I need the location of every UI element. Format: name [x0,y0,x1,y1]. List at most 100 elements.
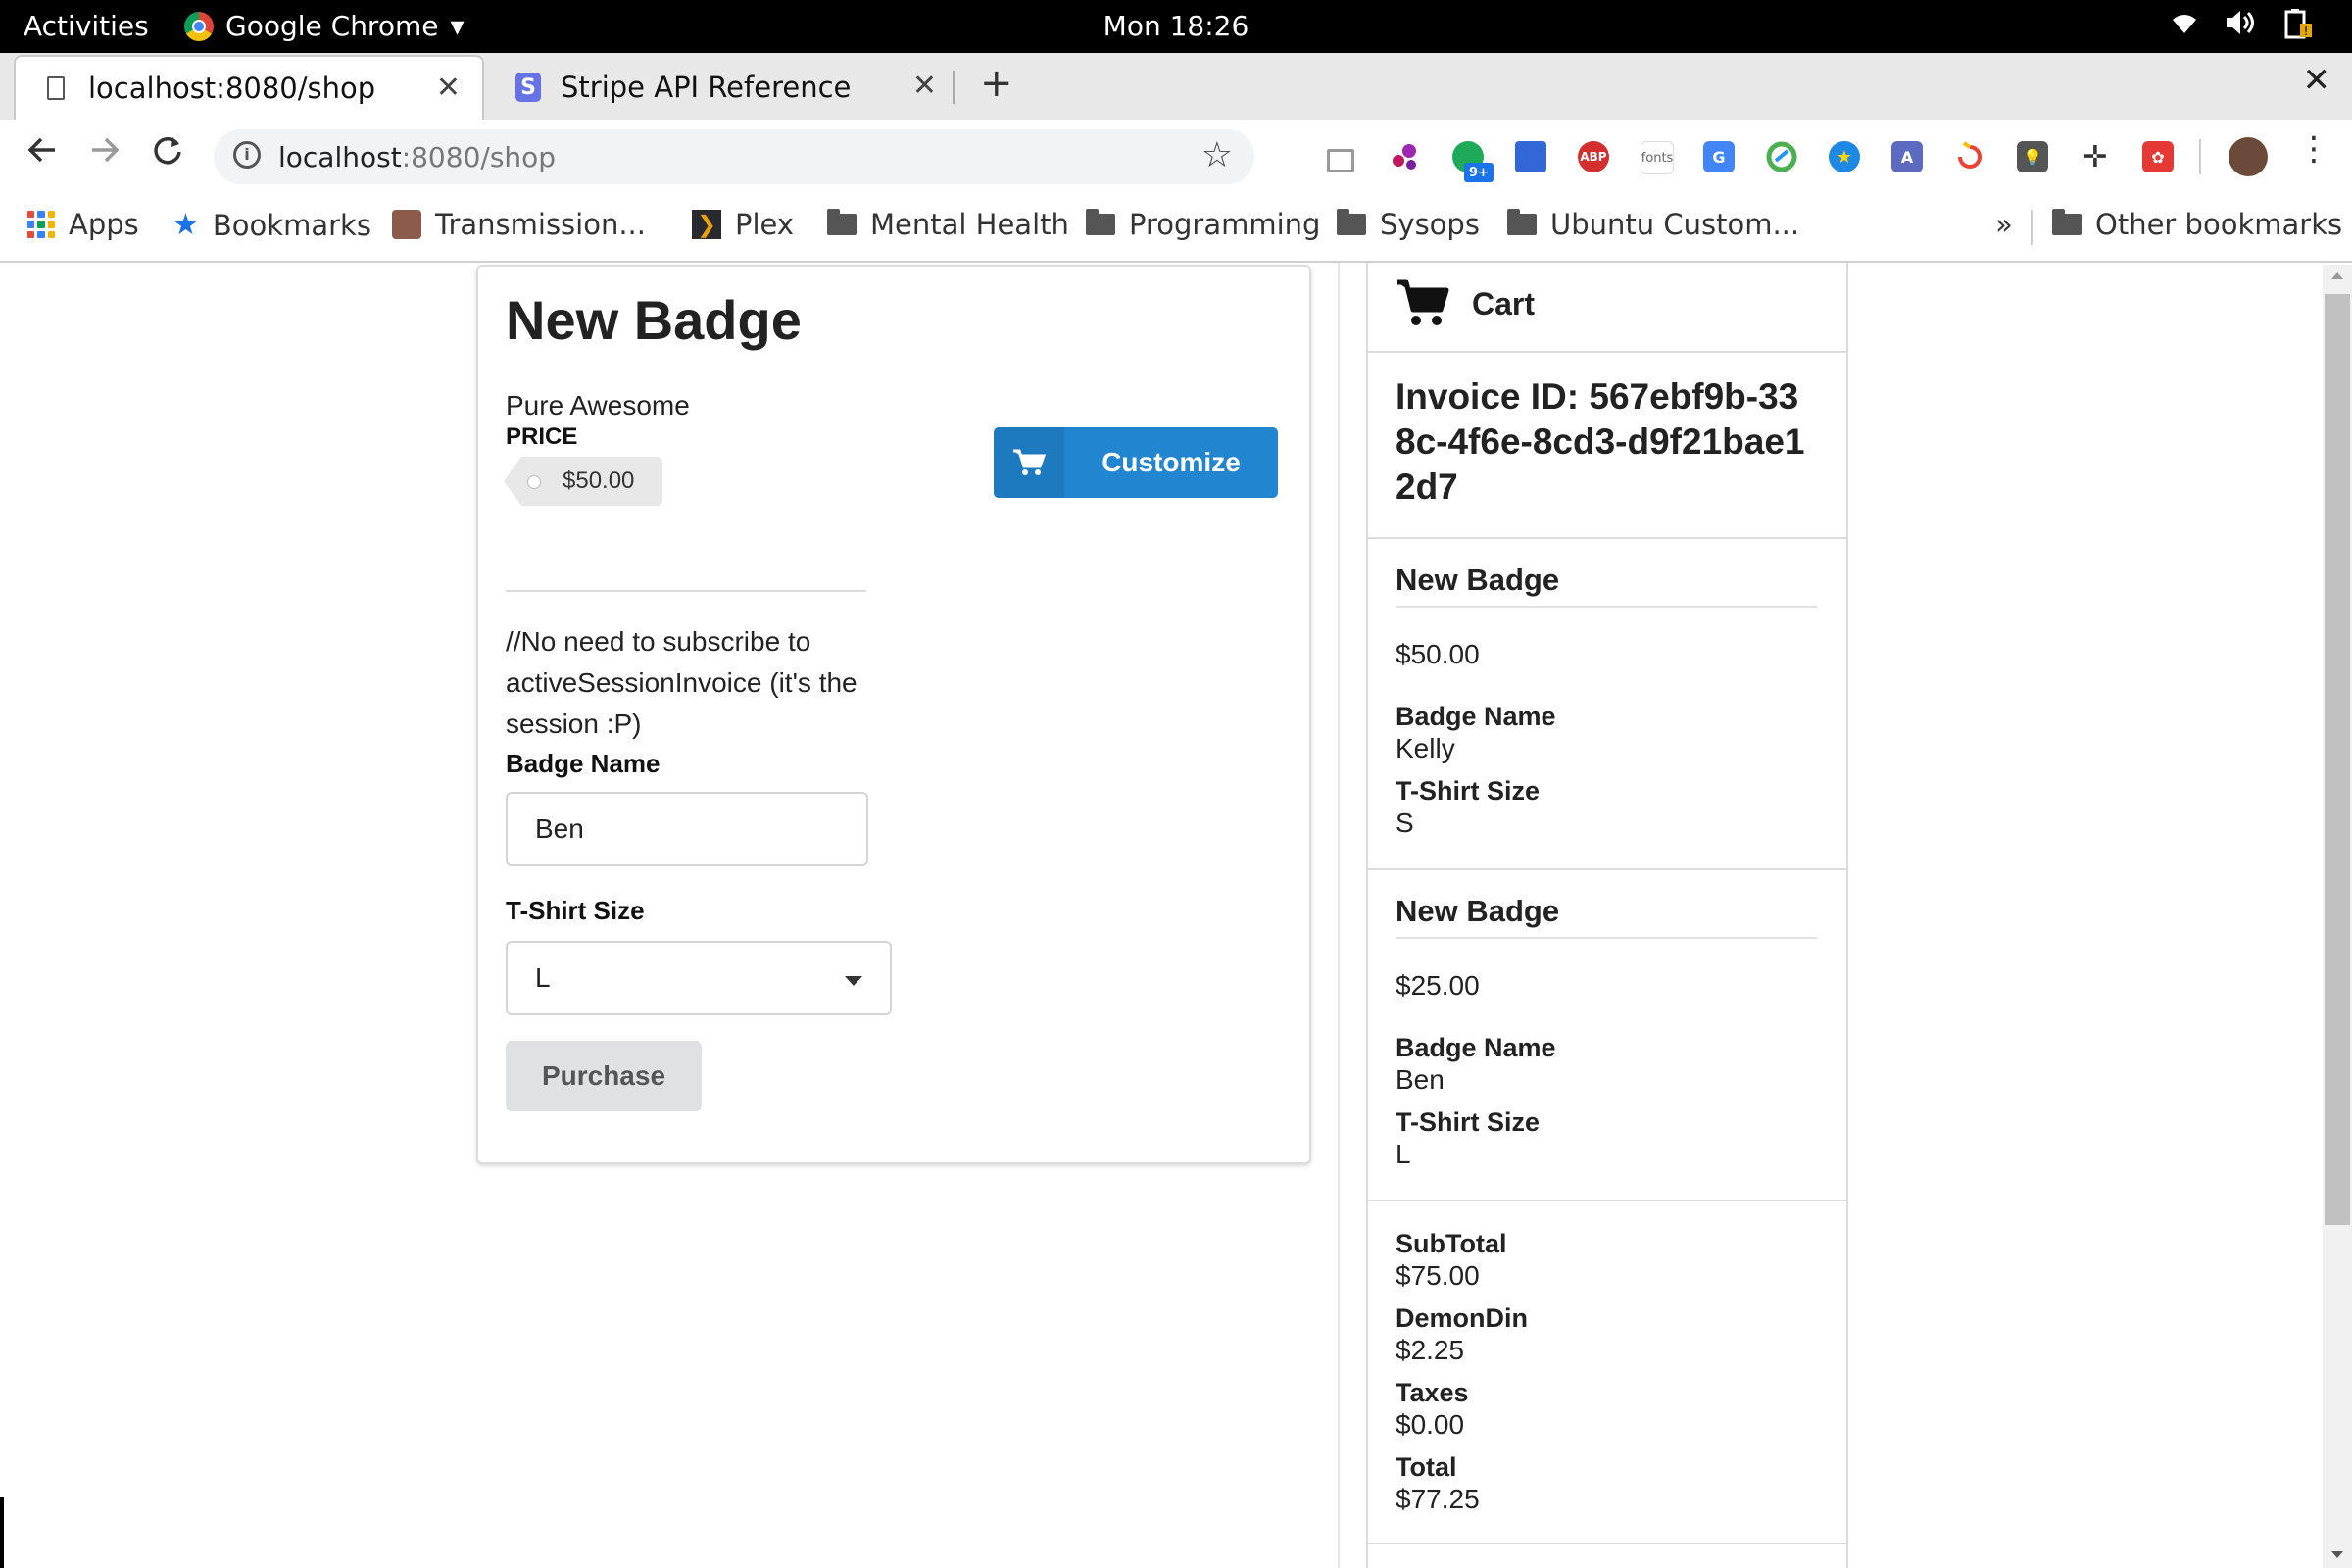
bookmark-folder-ubuntu-custom[interactable]: Ubuntu Custom... [1507,208,1799,241]
bookmark-plex[interactable]: ❯ Plex [692,208,794,241]
badge-name-label: Badge Name [506,749,661,778]
star-extension-icon[interactable]: ★ [1829,141,1860,172]
fee-label: DemonDin [1396,1303,1528,1333]
url-text[interactable]: localhost:8080/shop [278,141,556,173]
paw-extension-icon[interactable]: ✿ [2142,141,2174,172]
activities-button[interactable]: Activities [24,10,149,42]
adblock-plus-icon[interactable]: ABP [1578,141,1609,172]
battery-icon: ! [2283,8,2313,47]
bookmark-star-icon[interactable]: ☆ [1201,135,1233,175]
window-close-button[interactable]: ✕ [2303,61,2331,100]
bookmark-folder-programming[interactable]: Programming [1086,208,1320,241]
chrome-icon [184,11,214,41]
customize-button[interactable]: Customize [994,427,1278,498]
bookmarks-overflow-button[interactable]: » [1995,208,2013,241]
folder-icon [1507,209,1537,235]
subtotal-value: $75.00 [1396,1260,1480,1291]
new-tab-button[interactable]: + [980,61,1013,106]
chrome-remote-icon[interactable] [1766,141,1797,172]
divider [506,590,866,592]
chevron-down-icon: ▾ [450,10,465,42]
cart-item-tshirt-label: T-Shirt Size [1396,776,1541,806]
bookmark-bookmarks[interactable]: ★ Bookmarks [172,208,371,242]
keyboard-extension-icon[interactable]: A [1891,141,1923,172]
cart-item-tshirt-size: S [1396,808,1414,838]
tab-separator [953,71,955,104]
bookmark-transmission[interactable]: Transmission... [392,208,646,241]
invoice-id: Invoice ID: 567ebf9b-338c-4f6e-8cd3-d9f2… [1396,376,1805,507]
system-top-bar: Activities Google Chrome ▾ Mon 18:26 ! [0,0,2352,53]
tab-title: localhost:8080/shop [88,72,376,105]
fonts-extension-icon[interactable]: fonts [1641,141,1674,174]
tab-title: Stripe API Reference [561,71,852,104]
scrollbar-thumb[interactable] [2325,294,2350,1225]
bookmark-folder-other[interactable]: Other bookmarks [2052,208,2342,241]
lightbulb-extension-icon[interactable]: 💡 [2017,141,2048,172]
google-translate-icon[interactable]: G [1703,141,1735,172]
customize-button-label: Customize [1102,447,1241,477]
reload-button[interactable] [151,133,184,175]
info-icon[interactable]: i [233,141,261,169]
folder-icon [1337,209,1366,235]
toolbar-separator [2199,139,2201,174]
menu-kebab-icon[interactable]: ⋮ [2297,129,2330,169]
cart-item-badge-name-label: Badge Name [1396,702,1556,731]
folder-icon [1086,209,1115,235]
taxes-label: Taxes [1396,1378,1469,1407]
price-value: $50.00 [563,467,635,494]
scroll-down-arrow-icon[interactable] [2331,1551,2343,1558]
cart-header: Cart [1368,263,1846,353]
dots-extension-icon[interactable] [1390,141,1421,172]
history-extension-icon[interactable] [1954,141,1985,172]
system-tray[interactable]: ! [2170,8,2313,47]
star-icon: ★ [172,208,199,242]
back-button[interactable] [25,133,59,175]
close-tab-icon[interactable]: ✕ [436,71,461,105]
code-comment-text: //No need to subscribe to activeSessionI… [506,626,858,739]
forward-button[interactable] [88,133,122,175]
app-menu[interactable]: Google Chrome ▾ [184,10,465,42]
product-card: New Badge Pure Awesome PRICE $50.00 Cust… [476,265,1311,1164]
tab-strip: localhost:8080/shop ✕ S Stripe API Refer… [0,53,2352,120]
tshirt-size-select[interactable]: L [506,941,892,1015]
move-extension-icon[interactable]: ✛ [2080,140,2111,174]
scroll-up-arrow-icon[interactable] [2331,272,2343,279]
cart-totals: SubTotal $75.00 DemonDin $2.25 Taxes $0.… [1368,1201,1846,1544]
dropdown-caret-icon [845,976,862,986]
close-tab-icon[interactable]: ✕ [912,69,937,103]
calendar-extension-icon[interactable] [1515,141,1546,172]
stripe-icon: S [515,73,541,102]
bookmark-apps[interactable]: Apps [27,208,139,241]
invoice-section: Invoice ID: 567ebf9b-338c-4f6e-8cd3-d9f2… [1368,353,1846,539]
cart-item-name: New Badge [1396,563,1560,597]
folder-icon [827,209,857,235]
purchase-button[interactable]: Purchase [506,1041,702,1111]
cart-panel: Cart Invoice ID: 567ebf9b-338c-4f6e-8cd3… [1366,263,1848,1568]
total-label: Total [1396,1452,1457,1482]
wifi-icon [2170,8,2199,47]
window-edge [0,1497,4,1568]
badge-name-input[interactable] [506,792,868,866]
bookmark-folder-sysops[interactable]: Sysops [1337,208,1480,241]
shopping-cart-icon [1396,278,1450,329]
address-bar[interactable]: i localhost:8080/shop ☆ [214,129,1254,184]
cart-item-price: $25.00 [1396,970,1480,1001]
plex-icon: ❯ [692,210,721,239]
browser-toolbar: i localhost:8080/shop ☆ 9+ ABP fonts G ★… [0,120,2352,194]
fee-value: $2.25 [1396,1335,1465,1365]
bookmark-folder-mental-health[interactable]: Mental Health [827,208,1069,241]
bookmarks-separator [2031,210,2033,245]
cast-extension-icon[interactable] [1327,149,1354,172]
cart-item-badge-name-label: Badge Name [1396,1033,1556,1062]
tab-localhost-shop[interactable]: localhost:8080/shop ✕ [14,55,484,120]
cart-item-name: New Badge [1396,894,1560,928]
page-scrollbar[interactable] [2323,265,2352,1568]
cart-item-tshirt-size: L [1396,1139,1411,1169]
cart-item-badge-name: Kelly [1396,733,1455,763]
tab-stripe-api-reference[interactable]: S Stripe API Reference ✕ [488,55,958,120]
profile-avatar[interactable] [2229,137,2268,176]
document-icon [43,75,69,101]
cart-title: Cart [1472,286,1536,321]
cart-item: New Badge $25.00 Badge Name Ben T-Shirt … [1368,870,1846,1201]
product-description: Pure Awesome [506,390,690,420]
